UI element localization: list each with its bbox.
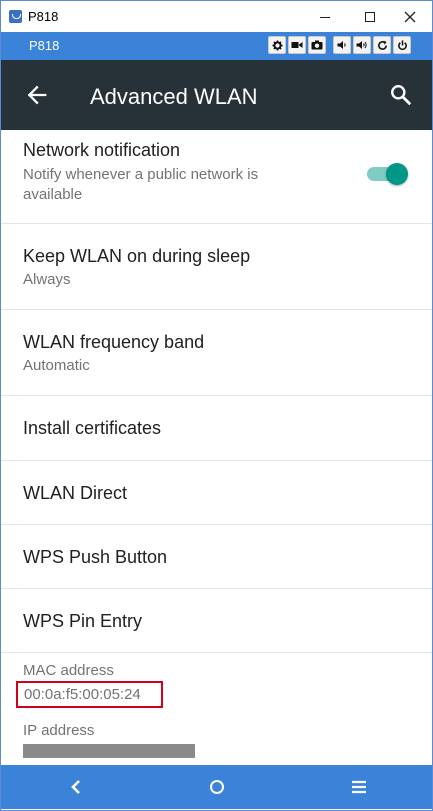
back-arrow-icon[interactable] xyxy=(23,81,51,109)
ip-address-redacted xyxy=(23,744,195,758)
menu-icon xyxy=(352,780,366,794)
window-title: P818 xyxy=(28,9,59,24)
network-notification-item[interactable]: Network notification Notify whenever a p… xyxy=(1,130,432,224)
home-circle-icon xyxy=(210,780,224,794)
emulator-toolbar: P818 xyxy=(1,32,432,60)
minimize-button[interactable] xyxy=(307,5,343,29)
screenshot-button[interactable] xyxy=(308,36,326,54)
wps-pin-entry-item[interactable]: WPS Pin Entry xyxy=(1,589,432,653)
rotate-button[interactable] xyxy=(373,36,391,54)
volume-down-button[interactable] xyxy=(333,36,351,54)
nav-menu-button[interactable] xyxy=(344,773,374,801)
chevron-left-icon xyxy=(71,780,80,794)
app-icon xyxy=(9,10,22,23)
rotate-icon xyxy=(377,40,387,50)
emulator-title: P818 xyxy=(29,38,60,53)
device-button-group xyxy=(373,36,411,56)
navigation-bar xyxy=(1,765,432,809)
maximize-button[interactable] xyxy=(352,5,388,29)
wps-push-button-item[interactable]: WPS Push Button xyxy=(1,525,432,589)
volume-up-button[interactable] xyxy=(353,36,371,54)
item-title: WPS Push Button xyxy=(23,547,168,567)
item-subtitle: Always xyxy=(23,271,71,288)
app-bar: Advanced WLAN xyxy=(1,60,432,130)
install-certificates-item[interactable]: Install certificates xyxy=(1,396,432,461)
media-button-group xyxy=(268,36,326,56)
network-notification-toggle[interactable] xyxy=(365,160,409,188)
volume-down-icon xyxy=(337,41,346,49)
window-titlebar: P818 xyxy=(1,1,432,32)
camera-icon xyxy=(311,40,323,50)
nav-back-button[interactable] xyxy=(61,773,91,801)
item-subtitle: Notify whenever a public network is xyxy=(23,166,259,183)
keep-wlan-item[interactable]: Keep WLAN on during sleep Always xyxy=(1,224,432,310)
item-subtitle: Automatic xyxy=(23,357,90,374)
volume-up-icon xyxy=(356,41,367,49)
item-subtitle: available xyxy=(23,186,83,203)
item-title: Keep WLAN on during sleep xyxy=(23,246,251,266)
nav-home-button[interactable] xyxy=(202,773,232,801)
item-title: WLAN frequency band xyxy=(23,332,205,352)
wlan-direct-item[interactable]: WLAN Direct xyxy=(1,461,432,525)
record-button[interactable] xyxy=(288,36,306,54)
frequency-band-item[interactable]: WLAN frequency band Automatic xyxy=(1,310,432,396)
maximize-icon xyxy=(365,12,375,22)
close-button[interactable] xyxy=(392,5,428,29)
close-icon xyxy=(404,11,416,23)
minimize-icon xyxy=(320,16,330,18)
mac-address-label: MAC address xyxy=(23,662,114,679)
power-button[interactable] xyxy=(393,36,411,54)
gear-icon xyxy=(271,39,283,51)
toggle-thumb xyxy=(386,163,408,185)
item-title: Install certificates xyxy=(23,418,162,438)
power-icon xyxy=(397,39,407,50)
item-title: Network notification xyxy=(23,140,181,160)
item-title: WLAN Direct xyxy=(23,483,128,503)
item-title: WPS Pin Entry xyxy=(23,611,143,631)
mac-address-value: 00:0a:f5:00:05:24 xyxy=(16,681,163,708)
video-icon xyxy=(291,42,303,48)
settings-button[interactable] xyxy=(268,36,286,54)
ip-address-label: IP address xyxy=(23,722,95,739)
volume-button-group xyxy=(333,36,371,56)
settings-list: Network notification Notify whenever a p… xyxy=(1,130,432,765)
search-icon[interactable] xyxy=(388,82,414,108)
page-title: Advanced WLAN xyxy=(90,84,258,109)
